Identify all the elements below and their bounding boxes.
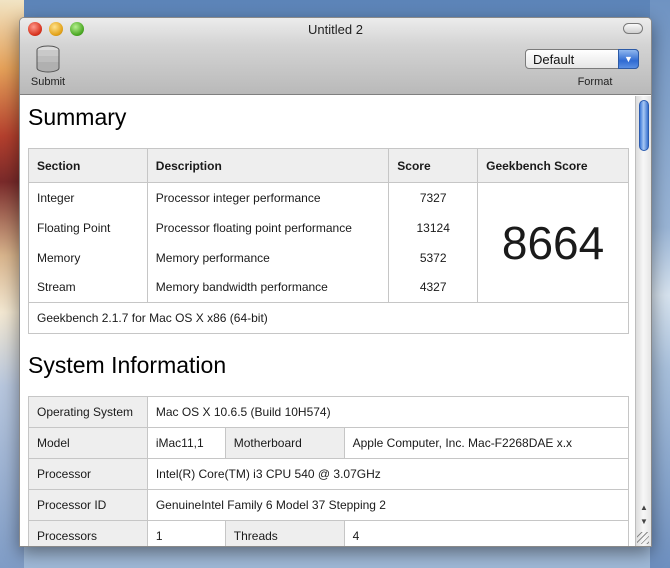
score-cell: 4327 [388,272,479,303]
resize-grip-icon[interactable] [637,532,649,544]
summary-table: Section Description Score Geekbench Scor… [28,148,629,334]
motherboard-value: Apple Computer, Inc. Mac-F2268DAE x.x [343,427,630,459]
database-icon [36,45,60,73]
table-row: Processor ID GenuineIntel Family 6 Model… [28,489,630,521]
processor-id-value: GenuineIntel Family 6 Model 37 Stepping … [146,489,630,521]
model-label: Model [28,427,148,459]
table-row: Model iMac11,1 Motherboard Apple Compute… [28,427,630,459]
vertical-scrollbar[interactable]: ▲ ▼ [635,96,651,546]
processor-value: Intel(R) Core(TM) i3 CPU 540 @ 3.07GHz [146,458,630,490]
description-cell: Processor integer performance [146,182,390,213]
summary-header-row: Section Description Score Geekbench Scor… [28,148,629,183]
section-cell: Floating Point [28,212,148,243]
toolbar-toggle-button[interactable] [623,23,643,34]
table-row: Integer Processor integer performance 73… [28,182,629,303]
motherboard-label: Motherboard [224,427,345,459]
window-title: Untitled 2 [308,22,363,37]
threads-label: Threads [224,520,345,546]
desktop-wallpaper-right [650,0,670,568]
processors-value: 1 [146,520,226,546]
processor-id-label: Processor ID [28,489,148,521]
system-info-heading: System Information [28,352,227,378]
geekbench-score: 8664 [477,182,629,303]
version-footer: Geekbench 2.1.7 for Mac OS X x86 (64-bit… [28,302,629,334]
app-window: Untitled 2 Submit Default ▼ Format Summa… [19,17,652,547]
table-row: Processors 1 Threads 4 [28,520,630,546]
section-cell: Integer [28,182,148,213]
section-cell: Memory [28,242,148,273]
column-header: Section [28,148,148,183]
description-cell: Memory performance [146,242,390,273]
chevron-down-icon[interactable]: ▼ [618,49,639,69]
scroll-down-arrow-icon[interactable]: ▼ [638,517,650,530]
scroll-up-arrow-icon[interactable]: ▲ [638,503,650,516]
summary-heading: Summary [28,104,127,130]
format-label: Format [577,76,613,88]
column-header: Description [146,148,390,183]
processors-label: Processors [28,520,148,546]
submit-button[interactable]: Submit [26,44,70,88]
report-content: Summary Section Description Score Geekbe… [20,96,635,546]
format-selected-value: Default [533,52,575,67]
description-cell: Memory bandwidth performance [146,272,390,303]
format-tool: Default ▼ Format [525,49,639,88]
model-value: iMac11,1 [146,427,226,459]
description-cell: Processor floating point performance [146,212,390,243]
table-row: Processor Intel(R) Core(TM) i3 CPU 540 @… [28,458,630,490]
scroll-thumb[interactable] [639,100,649,151]
score-cell: 7327 [388,182,479,213]
title-toolbar: Untitled 2 Submit Default ▼ Format [20,18,651,95]
os-label: Operating System [28,396,148,428]
processor-label: Processor [28,458,148,490]
section-cell: Stream [28,272,148,303]
column-header: Geekbench Score [477,148,629,183]
threads-value: 4 [343,520,630,546]
score-cell: 5372 [388,242,479,273]
submit-label: Submit [30,76,66,88]
os-value: Mac OS X 10.6.5 (Build 10H574) [146,396,630,428]
summary-footer-row: Geekbench 2.1.7 for Mac OS X x86 (64-bit… [28,302,629,334]
column-header: Score [388,148,479,183]
table-row: Operating System Mac OS X 10.6.5 (Build … [28,396,630,428]
score-cell: 13124 [388,212,479,243]
system-info-table: Operating System Mac OS X 10.6.5 (Build … [28,396,630,546]
format-select[interactable]: Default ▼ [525,49,639,69]
